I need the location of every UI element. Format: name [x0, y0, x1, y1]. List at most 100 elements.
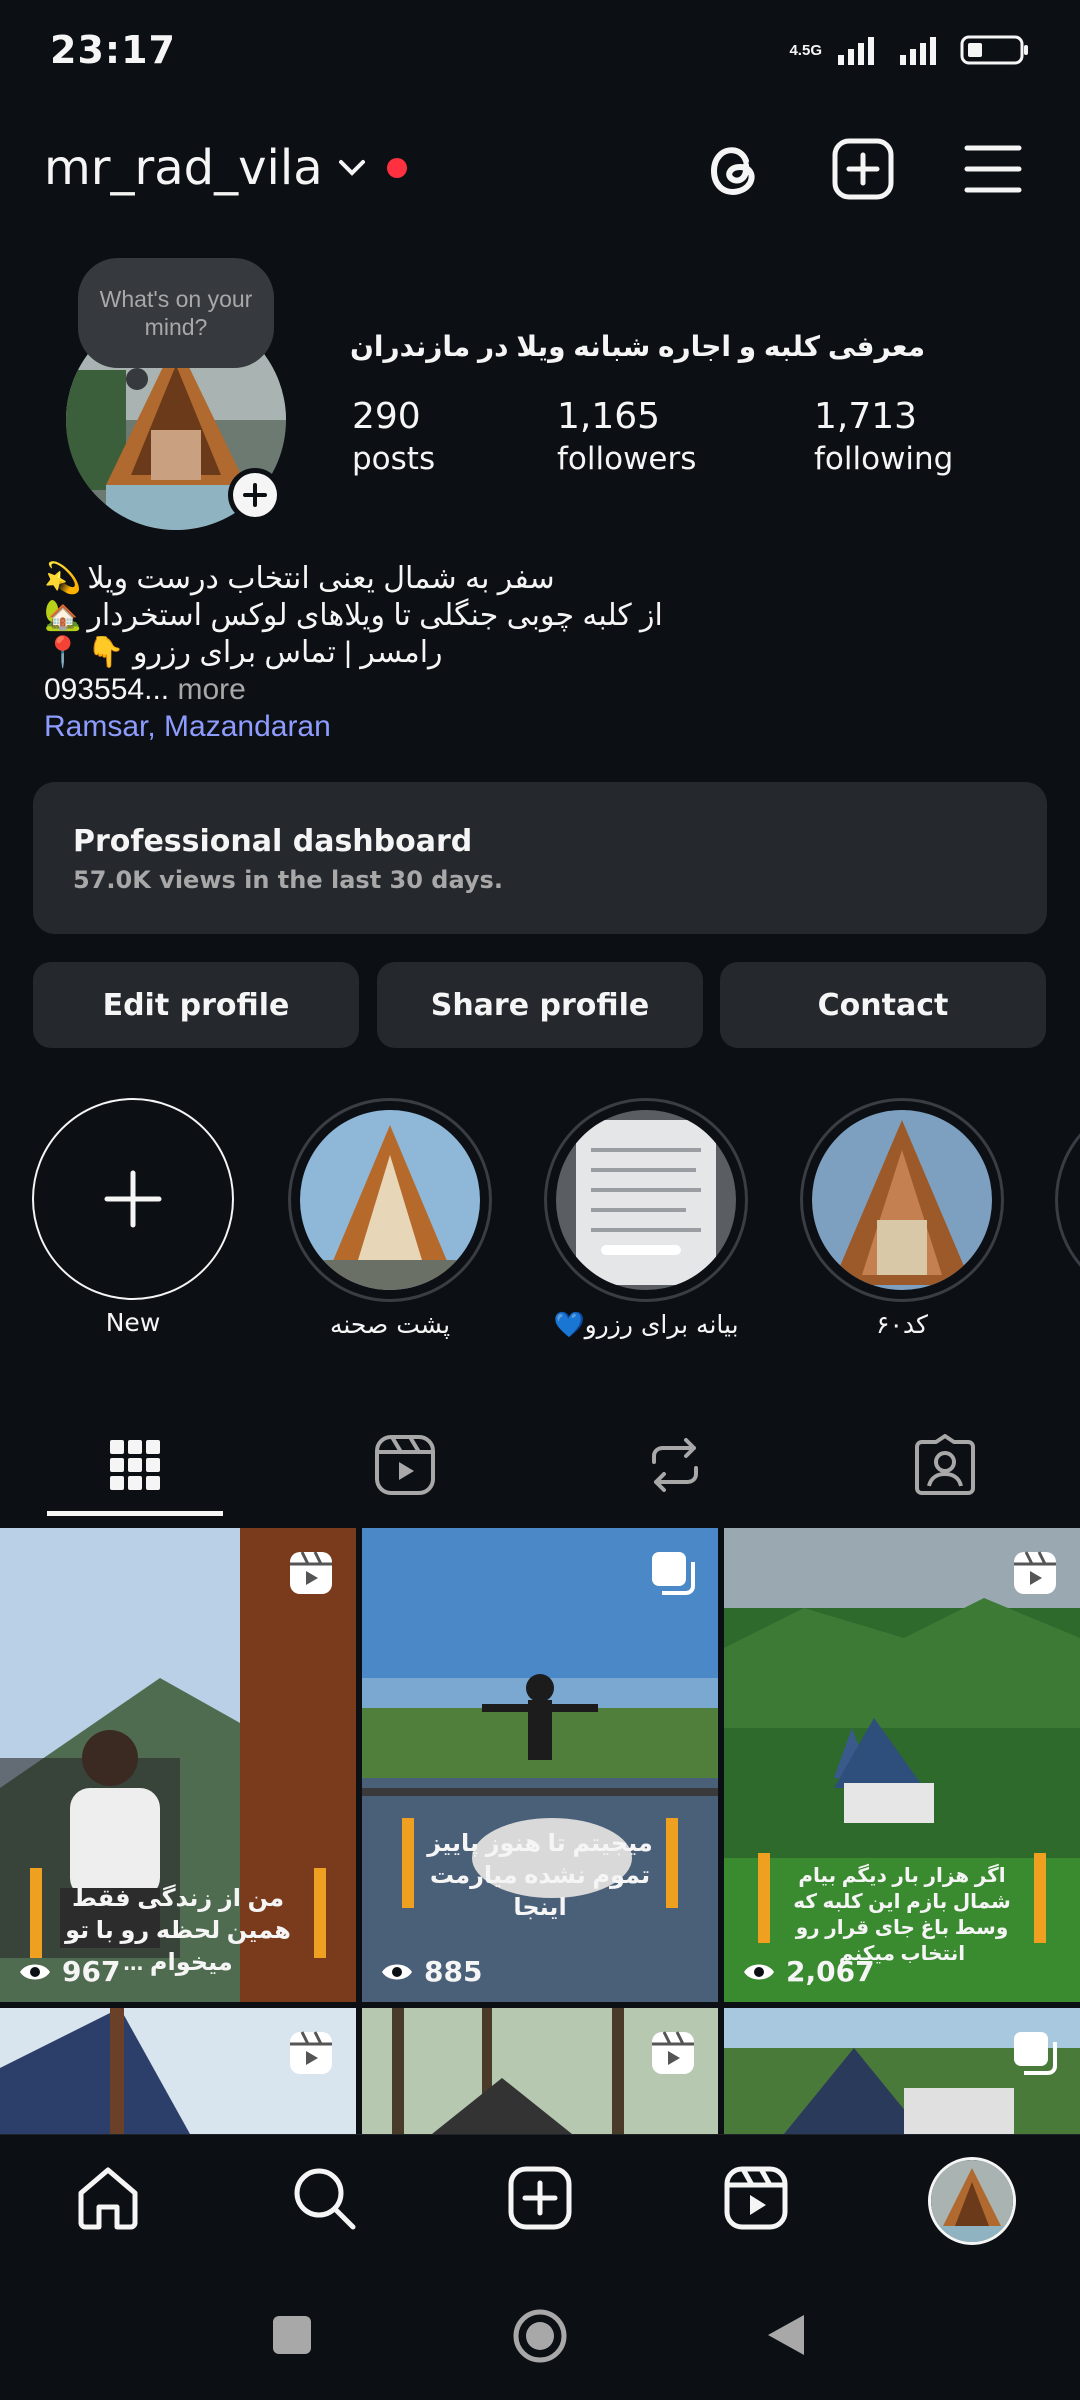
plus-icon	[104, 1170, 162, 1228]
reel-badge-icon	[290, 2031, 332, 2074]
profile-avatar-small	[928, 2157, 1016, 2245]
home-button-icon[interactable]	[512, 2308, 568, 2364]
bio-phone: 093554...	[44, 673, 170, 706]
stat-label: followers	[557, 441, 697, 477]
dashboard-subtitle: 57.0K views in the last 30 days.	[73, 866, 503, 894]
bio-text: رامسر | تماس برای رزرو 👇	[87, 636, 443, 669]
highlight-ring	[544, 1098, 748, 1302]
stat-label: following	[814, 441, 954, 477]
edit-profile-button[interactable]: Edit profile	[33, 962, 359, 1048]
nav-create[interactable]	[432, 2165, 648, 2231]
eye-icon	[20, 1964, 50, 1979]
post-thumbnail[interactable]: من از زندگی فقط همین لحظه رو با تو میخوا…	[0, 1528, 356, 2002]
post-thumbnail[interactable]: اگر هزار بار دیگم بیام شمال بازم این کلب…	[724, 1528, 1080, 2002]
tagged-icon	[915, 1434, 975, 1495]
create-icon	[508, 2166, 572, 2230]
eye-icon	[744, 1964, 774, 1979]
recents-button-icon[interactable]	[271, 2314, 313, 2356]
tab-tagged[interactable]	[837, 1415, 1053, 1515]
battery-icon	[960, 35, 1028, 65]
reel-badge-icon	[652, 2031, 694, 2074]
system-navigation	[0, 2264, 1080, 2400]
highlight-ring	[1055, 1098, 1080, 1302]
view-count: 885	[380, 1955, 482, 1988]
create-post-icon[interactable]	[832, 138, 894, 200]
post-thumbnail[interactable]	[362, 2008, 718, 2134]
username: mr_rad_vila	[44, 140, 323, 196]
post-thumbnail[interactable]: میجیتم تا هنوز پاییز تموم نشده میارمت ای…	[362, 1528, 718, 2002]
back-button-icon[interactable]	[764, 2312, 808, 2358]
highlight-item-partial[interactable]	[1055, 1098, 1080, 1302]
highlight-item[interactable]: کد۶۰	[799, 1098, 1005, 1339]
more-link[interactable]: more	[169, 673, 245, 706]
nav-profile[interactable]	[864, 2157, 1080, 2245]
view-count-value: 967	[62, 1955, 121, 1988]
share-profile-button[interactable]: Share profile	[377, 962, 703, 1048]
post-thumbnail[interactable]	[724, 2008, 1080, 2134]
location-link[interactable]: Ramsar, Mazandaran	[44, 708, 663, 745]
highlight-ring	[800, 1098, 1004, 1302]
tab-reposts[interactable]	[567, 1415, 783, 1515]
bio-text: از کلبه چوبی جنگلی تا ویلاهای لوکس استخر…	[87, 599, 663, 632]
highlight-ring	[32, 1098, 234, 1300]
threads-icon[interactable]	[706, 139, 762, 199]
repost-icon	[652, 1438, 698, 1492]
professional-dashboard[interactable]: Professional dashboard 57.0K views in th…	[33, 782, 1047, 934]
signal-icon-2	[900, 37, 936, 65]
bio-emoji: 💫	[44, 562, 82, 595]
active-tab-indicator	[47, 1511, 223, 1516]
post-thumbnail[interactable]	[0, 2008, 356, 2134]
nav-search[interactable]	[216, 2165, 432, 2231]
post-caption: میجیتم تا هنوز پاییز تموم نشده میارمت ای…	[427, 1830, 653, 1921]
tab-grid[interactable]	[27, 1415, 243, 1515]
highlight-item[interactable]: بیانه برای رزرو💙	[543, 1098, 749, 1340]
stat-followers[interactable]: 1,165 followers	[557, 396, 696, 477]
view-count: 2,067	[742, 1955, 875, 1988]
view-count-value: 2,067	[786, 1955, 875, 1988]
bio-phone-row: 093554... more	[44, 671, 663, 708]
plus-icon	[243, 483, 267, 507]
reel-badge-icon	[1014, 1551, 1056, 1594]
note-bubble[interactable]: What's on your mind?	[78, 258, 274, 368]
contact-button[interactable]: Contact	[720, 962, 1046, 1048]
tab-reels[interactable]	[297, 1415, 513, 1515]
bio-line: 💫 سفر به شمال یعنی انتخاب درست ویلا	[44, 560, 663, 597]
add-story-button[interactable]	[228, 468, 282, 522]
stat-label: posts	[352, 441, 436, 477]
chevron-down-icon	[338, 160, 365, 176]
bottom-navigation	[0, 2134, 1080, 2265]
highlight-image	[300, 1110, 480, 1290]
signal-icon	[838, 37, 874, 65]
reels-icon	[724, 2166, 788, 2230]
bio-emoji: 📍	[44, 636, 82, 669]
stat-following[interactable]: 1,713 following	[814, 396, 953, 477]
highlight-item[interactable]: پشت صحنه	[287, 1098, 493, 1339]
stat-value: 290	[352, 396, 421, 437]
stat-value: 1,713	[814, 396, 918, 437]
status-icons: 4.5G	[789, 34, 1030, 66]
menu-icon[interactable]	[964, 143, 1022, 195]
highlight-image	[812, 1110, 992, 1290]
highlight-new[interactable]: New	[30, 1098, 236, 1337]
post-image	[362, 1528, 718, 2002]
account-switcher[interactable]: mr_rad_vila	[44, 140, 407, 196]
stat-posts[interactable]: 290 posts	[352, 396, 435, 477]
highlight-label: کد۶۰	[876, 1310, 928, 1339]
nav-reels[interactable]	[648, 2165, 864, 2231]
bio-emoji: 🏡	[44, 599, 82, 632]
view-count-value: 885	[424, 1955, 483, 1988]
highlight-label: پشت صحنه	[329, 1310, 451, 1339]
status-time: 23:17	[50, 28, 176, 72]
highlight-label: بیانه برای رزرو💙	[553, 1310, 739, 1339]
reels-icon	[375, 1435, 435, 1495]
dashboard-title: Professional dashboard	[73, 824, 473, 859]
reel-badge-icon	[290, 1551, 332, 1594]
highlight-label: New	[105, 1308, 161, 1337]
home-icon	[78, 2167, 138, 2230]
nav-home[interactable]	[0, 2165, 216, 2231]
notification-dot	[386, 158, 407, 178]
search-icon	[294, 2168, 356, 2230]
carousel-badge-icon	[1014, 2032, 1057, 2075]
highlight-image	[556, 1110, 736, 1290]
bio-line: 🏡 از کلبه چوبی جنگلی تا ویلاهای لوکس است…	[44, 597, 663, 634]
